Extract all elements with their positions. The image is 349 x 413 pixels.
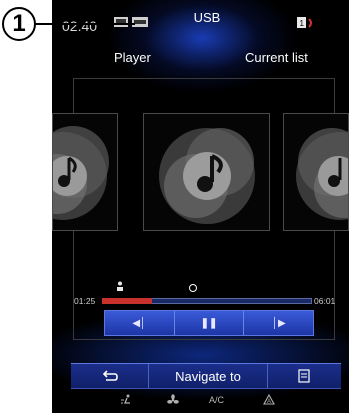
- album-cover-current[interactable]: [143, 113, 270, 231]
- svg-text:A: A: [267, 399, 271, 405]
- bottom-bar: Navigate to: [71, 363, 341, 389]
- elapsed-time: 01:25: [74, 296, 96, 306]
- back-button[interactable]: [71, 364, 150, 388]
- music-note-icon: [53, 126, 109, 220]
- position-marker-icon: [189, 284, 197, 292]
- previous-track-icon: ◀│: [132, 317, 147, 329]
- person-marker-icon: [117, 281, 123, 291]
- callout-marker: 1: [2, 7, 36, 41]
- album-cover-next[interactable]: [283, 113, 349, 231]
- previous-button[interactable]: ◀│: [105, 311, 175, 335]
- ac-button[interactable]: A/C: [209, 395, 224, 405]
- progress-fill: [102, 298, 152, 304]
- svg-text:1: 1: [300, 19, 305, 28]
- phone-status-icon: 1: [297, 17, 312, 28]
- navigate-to-button[interactable]: Navigate to: [149, 364, 268, 388]
- music-note-icon: [296, 128, 348, 220]
- recirculation-icon[interactable]: A: [262, 393, 276, 407]
- callout-number: 1: [12, 10, 26, 37]
- tab-current-list[interactable]: Current list: [245, 50, 308, 65]
- total-time: 06:01: [314, 296, 336, 306]
- source-title: USB: [193, 10, 221, 25]
- next-button[interactable]: │▶: [244, 311, 313, 335]
- pause-button[interactable]: ❚❚: [175, 311, 245, 335]
- music-note-icon: [159, 128, 255, 224]
- callout-line: [35, 23, 135, 25]
- back-arrow-icon: [102, 370, 118, 381]
- list-button[interactable]: [268, 364, 341, 388]
- next-track-icon: │▶: [271, 317, 286, 329]
- climate-controls: A/C A: [112, 392, 312, 408]
- transport-controls: ◀│ ❚❚ │▶: [104, 310, 314, 336]
- source-status-icon: [114, 17, 148, 27]
- air-distribution-icon[interactable]: [120, 394, 134, 406]
- multimedia-screen: 02:40 USB 1 Player Current list 01:25 06…: [52, 0, 349, 413]
- album-cover-previous[interactable]: [52, 113, 118, 231]
- list-icon: [298, 369, 310, 383]
- fan-icon[interactable]: [167, 394, 179, 406]
- pause-icon: ❚❚: [200, 317, 218, 329]
- clock: 02:40: [62, 18, 98, 34]
- tab-player[interactable]: Player: [114, 50, 151, 65]
- navigate-to-label: Navigate to: [175, 368, 241, 384]
